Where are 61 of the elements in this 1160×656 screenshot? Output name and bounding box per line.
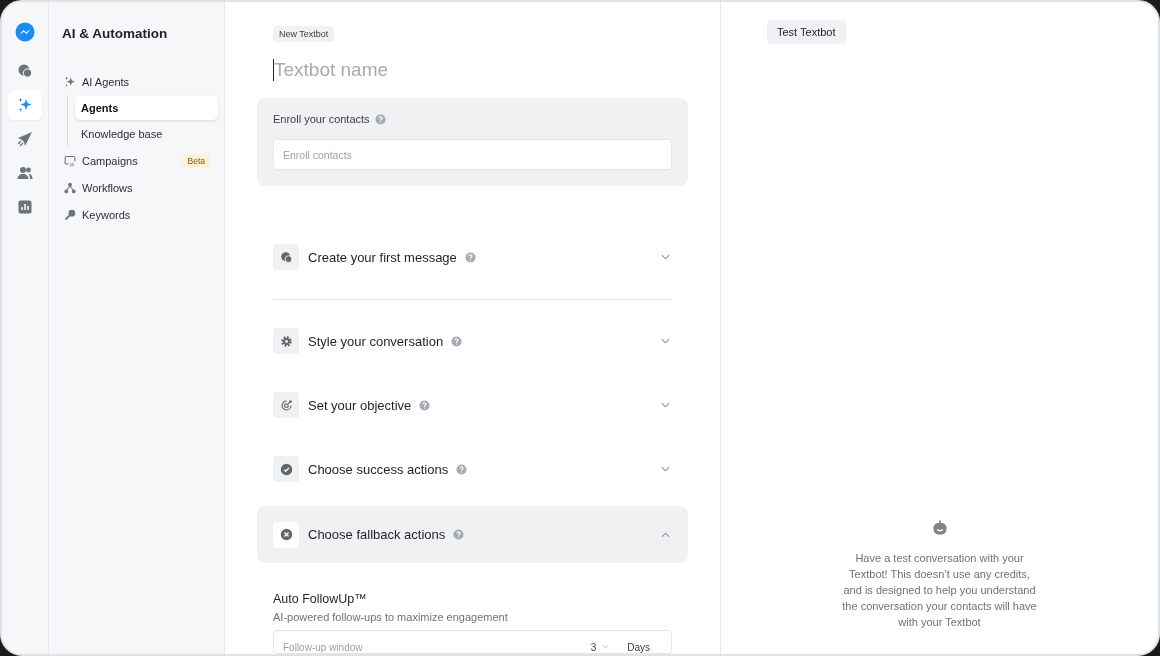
chevron-up-icon [661, 531, 670, 538]
nav-button[interactable] [8, 90, 42, 120]
x-circle-icon [279, 528, 293, 541]
key-icon [64, 208, 76, 221]
sidebar-item-label: Workflows [82, 181, 133, 194]
followup-subtitle: AI-powered follow-ups to maximize engagement [273, 611, 509, 623]
hierarchy-icon [64, 181, 76, 194]
help-icon[interactable] [451, 335, 463, 347]
sidebar-subitem[interactable]: Knowledge base [75, 122, 218, 146]
section-title: Set your objective [308, 397, 412, 413]
robot-face-icon [931, 520, 948, 536]
chevron-down-icon [661, 466, 670, 472]
status-tag: New Textbot [273, 26, 335, 42]
sidebar-item-label: AI Agents [82, 75, 130, 88]
chevron-down-icon [661, 254, 670, 260]
sidebar-item[interactable]: Workflows [62, 174, 218, 201]
help-icon[interactable] [464, 251, 476, 263]
sidebar-item-label: Campaigns [82, 154, 138, 167]
help-icon[interactable] [453, 529, 465, 540]
sparkle-icon [17, 97, 33, 113]
accordion-header[interactable]: Style your conversation [257, 314, 688, 368]
chat-bubbles-icon [17, 63, 33, 79]
test-textbot-button[interactable]: Test Textbot [767, 20, 846, 44]
enroll-field[interactable]: Enroll contacts [273, 139, 672, 170]
sidebar-item[interactable]: AI Agents [62, 68, 218, 95]
help-icon[interactable] [419, 399, 431, 411]
sidebar-subitem[interactable]: Agents [75, 96, 218, 120]
accordion-header[interactable]: Set your objective [257, 378, 688, 432]
sidebar-title: AI & Automation [62, 26, 169, 41]
users-icon [17, 165, 33, 181]
chevron-down-icon [661, 402, 670, 408]
section-title: Choose fallback actions [308, 527, 446, 542]
bar-chart-icon [17, 199, 33, 215]
screen-arrows-icon [64, 154, 76, 167]
sidebar-item[interactable]: Campaigns Beta [62, 147, 218, 174]
beta-badge: Beta [182, 153, 210, 168]
chevron-down-icon [661, 338, 670, 344]
section-title: Create your first message [308, 249, 457, 265]
text-cursor [273, 59, 274, 81]
paper-plane-icon [17, 131, 33, 147]
gear-icon [279, 334, 293, 348]
accordion-header[interactable]: Choose fallback actions [257, 506, 688, 563]
section-title: Choose success actions [308, 461, 449, 477]
help-icon[interactable] [456, 463, 468, 475]
sidebar-item[interactable]: Keywords [62, 201, 218, 228]
messenger-logo-icon [15, 22, 35, 42]
help-icon[interactable] [374, 113, 386, 125]
target-icon [279, 398, 293, 412]
empty-state-message: Have a test conversation with your Textbot! This doesn’t use any credits, and is designed to help you understand the conversation your contacts will have with your Textbot [841, 551, 1038, 630]
enroll-label: Enroll your contacts [273, 113, 370, 125]
chat-bubbles-icon [279, 250, 293, 264]
followup-window-field[interactable]: Follow-up window 3 Days [273, 630, 672, 654]
name-field[interactable]: Textbot name [274, 59, 534, 81]
sparkle-icon [64, 75, 76, 88]
sidebar-item-label: Keywords [82, 208, 131, 221]
check-circle-icon [279, 462, 293, 476]
chevron-down-icon [602, 644, 610, 649]
followup-title: Auto FollowUp™ [273, 592, 368, 606]
accordion-header[interactable]: Choose success actions [257, 442, 688, 496]
section-title: Style your conversation [308, 333, 444, 349]
accordion-header[interactable]: Create your first message [257, 230, 688, 284]
